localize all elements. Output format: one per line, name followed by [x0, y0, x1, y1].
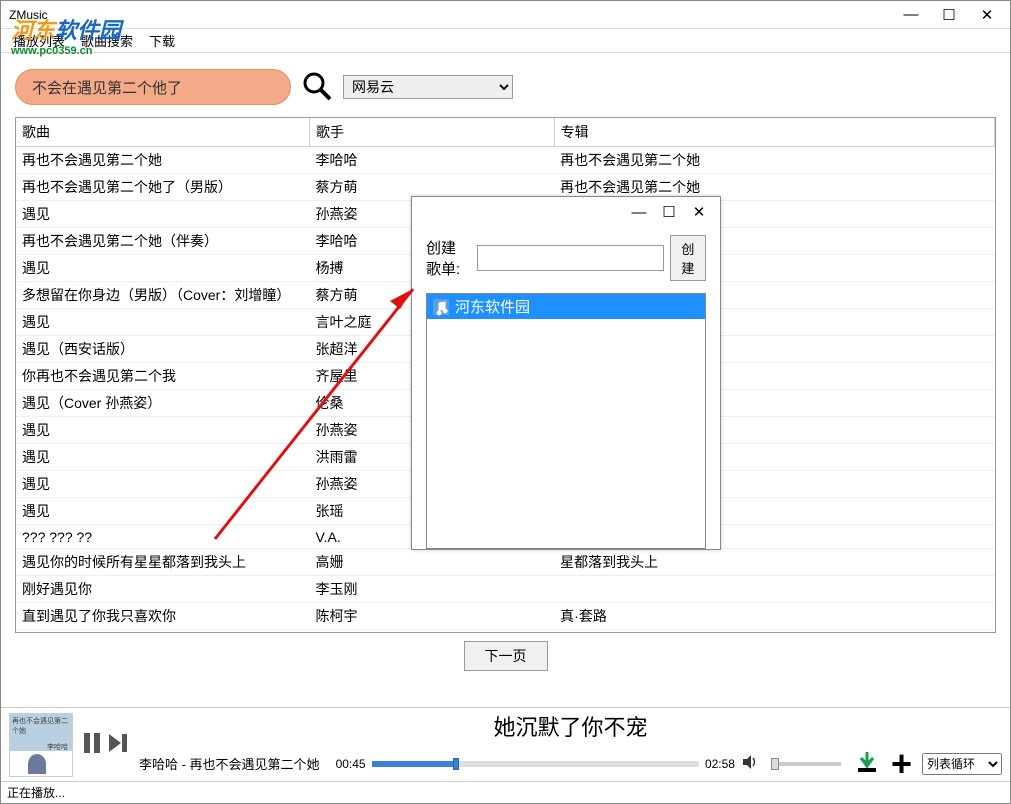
search-icon[interactable] [301, 70, 333, 105]
cell-artist: 李玉刚 [310, 576, 555, 603]
cell-song: 遇见 [16, 201, 310, 228]
cell-song: 你再也不会遇见第二个我 [16, 363, 310, 390]
progress-bar[interactable] [372, 761, 699, 767]
next-page-button[interactable]: 下一页 [464, 641, 548, 671]
playlist-item-label: 河东软件园 [455, 296, 530, 317]
menubar: 播放列表 歌曲搜索 下载 [1, 29, 1010, 53]
cell-song: 遇见 [16, 309, 310, 336]
dlg-maximize-icon[interactable]: ☐ [654, 203, 684, 221]
cell-song: 多想留在你身边（男版）（Cover：刘增瞳） [16, 282, 310, 309]
cell-song: 遇见（西安话版） [16, 336, 310, 363]
menu-playlist[interactable]: 播放列表 [7, 29, 71, 52]
album-art[interactable]: 再也不会遇见第二个她 李哈哈 [9, 713, 73, 777]
source-select[interactable]: 网易云 [343, 75, 513, 99]
col-artist[interactable]: 歌手 [310, 118, 555, 147]
dlg-close-icon[interactable]: ✕ [684, 203, 714, 221]
cell-artist: 李哈哈 [310, 147, 555, 174]
menu-download[interactable]: 下载 [143, 29, 181, 52]
time-elapsed: 00:45 [336, 757, 366, 771]
cell-song: 遇见你的时候所有星星都落到我头上 [16, 549, 310, 576]
cell-album: 真·套路 [554, 603, 994, 630]
minimize-icon[interactable]: — [892, 3, 930, 27]
cell-album: 再也不会遇见第二个她 [554, 147, 994, 174]
cell-song: 再也不会遇见第二个她了（男版） [16, 174, 310, 201]
search-input[interactable] [15, 69, 291, 105]
volume-icon[interactable] [741, 753, 759, 774]
cell-song: 遇见 [16, 471, 310, 498]
lyric-text: 她沉默了你不宠 [139, 710, 1002, 748]
cell-song: 刚好遇见你 [16, 576, 310, 603]
track-label: 李哈哈 - 再也不会遇见第二个她 [139, 754, 320, 773]
table-row[interactable]: 刚好遇见你李玉刚 [16, 576, 995, 603]
cell-song: 再也不会遇见第二个她（伴奏） [16, 228, 310, 255]
table-row[interactable]: 再也不会遇见第二个她李哈哈再也不会遇见第二个她 [16, 147, 995, 174]
loop-select[interactable]: 列表循环 [922, 753, 1002, 775]
volume-slider[interactable] [771, 762, 841, 766]
playlist-item[interactable]: 河东软件园 [427, 294, 705, 319]
add-icon[interactable]: + [887, 753, 916, 775]
create-button[interactable]: 创建 [670, 235, 706, 281]
cell-song: ??? ??? ?? [16, 525, 310, 549]
maximize-icon[interactable]: ☐ [930, 3, 968, 27]
col-album[interactable]: 专辑 [554, 118, 994, 147]
playlist-name-input[interactable] [477, 245, 664, 271]
cell-song: 遇见 [16, 417, 310, 444]
titlebar: ZMusic — ☐ ✕ [1, 1, 1010, 29]
music-note-icon [431, 297, 451, 317]
menu-search[interactable]: 歌曲搜索 [75, 29, 139, 52]
col-song[interactable]: 歌曲 [16, 118, 310, 147]
dlg-minimize-icon[interactable]: — [624, 204, 654, 221]
close-icon[interactable]: ✕ [968, 3, 1006, 27]
playlist-list: 河东软件园 [426, 293, 706, 549]
pause-icon[interactable] [79, 730, 105, 759]
cell-song: 直到遇见了你我只喜欢你 [16, 603, 310, 630]
next-track-icon[interactable] [105, 730, 131, 759]
cell-song: 遇见（Cover 孙燕姿） [16, 390, 310, 417]
time-total: 02:58 [705, 757, 735, 771]
cell-album [554, 576, 994, 603]
app-title: ZMusic [9, 8, 48, 22]
cell-song: 遇见 [16, 444, 310, 471]
status-text: 正在播放... [7, 784, 65, 801]
cell-song: 再也不会遇见第二个她 [16, 147, 310, 174]
status-bar: 正在播放... [1, 781, 1010, 803]
table-row[interactable]: 直到遇见了你我只喜欢你陈柯宇真·套路 [16, 603, 995, 630]
cell-song: 遇见 [16, 498, 310, 525]
cell-song: 遇见 [16, 255, 310, 282]
create-playlist-label: 创建歌单: [426, 237, 471, 279]
download-icon[interactable] [853, 748, 881, 779]
cell-artist: 陈柯宇 [310, 603, 555, 630]
create-playlist-dialog: — ☐ ✕ 创建歌单: 创建 河东软件园 [411, 196, 721, 550]
player-bar: 再也不会遇见第二个她 李哈哈 她沉默了你不宠 李哈哈 - 再也不会遇见第二个她 … [1, 707, 1010, 781]
